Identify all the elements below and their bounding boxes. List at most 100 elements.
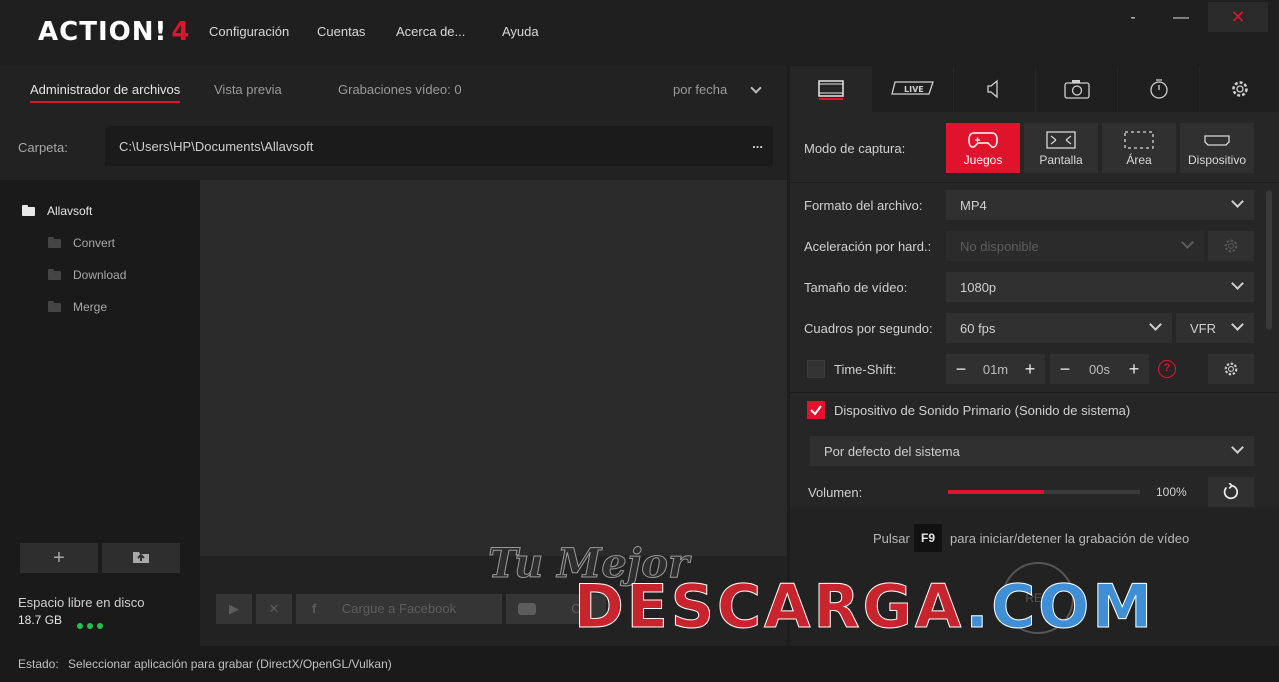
- folder-icon: [22, 205, 35, 217]
- area-select-icon: [1124, 131, 1154, 149]
- format-select[interactable]: MP4: [946, 190, 1254, 220]
- tab-screenshot[interactable]: [1036, 66, 1117, 112]
- chevron-down-icon[interactable]: [750, 82, 762, 94]
- tree-item-convert[interactable]: Convert: [48, 236, 115, 250]
- settings-panel: LIVE Modo de captura: Juegos Pantalla Ár…: [790, 66, 1279, 646]
- menu-configuracion[interactable]: Configuración: [209, 24, 289, 39]
- mode-device-button[interactable]: Dispositivo: [1180, 123, 1254, 173]
- menu-acerca-de[interactable]: Acerca de...: [396, 24, 465, 39]
- scrollbar[interactable]: [1266, 190, 1272, 330]
- facebook-icon: f: [312, 601, 317, 616]
- disk-space-value: 18.7 GB: [18, 613, 63, 627]
- delete-button[interactable]: ✕: [256, 594, 292, 624]
- menu-ayuda[interactable]: Ayuda: [502, 24, 539, 39]
- app-logo: ACTION! 4: [38, 17, 191, 47]
- folder-path-field[interactable]: C:\Users\HP\Documents\Allavsoft ...: [105, 126, 773, 166]
- tab-file-manager[interactable]: Administrador de archivos: [30, 82, 181, 103]
- folder-icon: [48, 237, 61, 249]
- hotkey-pre: Pulsar: [873, 531, 910, 546]
- check-icon: [810, 405, 822, 416]
- seconds-value: 00s: [1089, 362, 1110, 377]
- minus-button[interactable]: −: [946, 354, 976, 384]
- minus-button[interactable]: −: [1050, 354, 1080, 384]
- primary-sound-checkbox[interactable]: [807, 401, 825, 419]
- fps-mode-select[interactable]: VFR: [1176, 313, 1254, 343]
- upload-facebook-button[interactable]: f Cargue a Facebook: [296, 594, 502, 624]
- gear-icon: [1224, 362, 1238, 376]
- camera-icon: [1063, 80, 1090, 99]
- video-preview-area: [200, 180, 787, 556]
- status-text: Seleccionar aplicación para grabar (Dire…: [68, 657, 392, 671]
- fps-label: Cuadros por segundo:: [804, 321, 933, 336]
- help-icon[interactable]: ?: [1158, 360, 1176, 378]
- play-button[interactable]: ▶: [216, 594, 252, 624]
- hw-accel-settings-button[interactable]: [1208, 231, 1254, 261]
- svg-text:LIVE: LIVE: [904, 85, 924, 94]
- timeshift-seconds-stepper[interactable]: − 00s +: [1050, 354, 1149, 384]
- chevron-down-icon: [1231, 195, 1244, 208]
- plus-button[interactable]: +: [1015, 354, 1045, 384]
- mode-games-button[interactable]: Juegos: [946, 123, 1020, 173]
- tree-item-root[interactable]: Allavsoft: [22, 204, 92, 218]
- add-folder-button[interactable]: +: [20, 543, 98, 573]
- tree-item-merge[interactable]: Merge: [48, 300, 107, 314]
- video-size-select[interactable]: 1080p: [946, 272, 1254, 302]
- hotkey-key: F9: [914, 524, 942, 552]
- timeshift-label: Time-Shift:: [834, 362, 897, 377]
- fullscreen-icon: [1046, 131, 1076, 149]
- mode-area-button[interactable]: Área: [1102, 123, 1176, 173]
- close-button[interactable]: ✕: [1208, 2, 1268, 32]
- timeshift-checkbox[interactable]: [807, 360, 825, 378]
- minimize-button[interactable]: -: [1122, 4, 1144, 32]
- film-icon: [817, 80, 844, 100]
- folder-upload-icon: [133, 552, 149, 563]
- gear-icon: [1231, 81, 1248, 97]
- format-label: Formato del archivo:: [804, 198, 923, 213]
- maximize-button[interactable]: —: [1170, 4, 1192, 32]
- tree-item-download[interactable]: Download: [48, 268, 126, 282]
- chevron-down-icon: [1231, 318, 1244, 331]
- tab-settings[interactable]: [1200, 66, 1279, 112]
- chevron-down-icon: [1231, 277, 1244, 290]
- tab-preview[interactable]: Vista previa: [214, 82, 282, 97]
- folder-icon: [48, 301, 61, 313]
- volume-slider[interactable]: [948, 490, 1140, 494]
- chevron-down-icon: [1149, 318, 1162, 331]
- tab-timer[interactable]: [1118, 66, 1199, 112]
- fps-select[interactable]: 60 fps: [946, 313, 1172, 343]
- disk-status-dots: [77, 617, 103, 632]
- export-folder-button[interactable]: [102, 543, 180, 573]
- disk-space-label: Espacio libre en disco: [18, 595, 145, 610]
- mode-screen-button[interactable]: Pantalla: [1024, 123, 1098, 173]
- sort-dropdown[interactable]: por fecha: [673, 82, 727, 97]
- reset-volume-button[interactable]: [1208, 477, 1254, 507]
- chevron-down-icon: [1231, 441, 1244, 454]
- folder-tree: Allavsoft Convert Download Merge: [0, 180, 200, 646]
- capture-mode-label: Modo de captura:: [804, 141, 906, 156]
- hw-accel-select[interactable]: No disponible: [946, 231, 1204, 261]
- volume-label: Volumen:: [808, 485, 863, 500]
- browse-folder-button[interactable]: ...: [752, 136, 763, 151]
- folder-label: Carpeta:: [18, 140, 68, 155]
- recordings-count: Grabaciones vídeo: 0: [338, 82, 462, 97]
- timeshift-minutes-stepper[interactable]: − 01m +: [946, 354, 1045, 384]
- tab-live[interactable]: LIVE: [872, 66, 953, 112]
- plus-button[interactable]: +: [1119, 354, 1149, 384]
- volume-slider-fill: [948, 490, 1044, 494]
- status-label: Estado:: [18, 657, 59, 671]
- sound-device-select[interactable]: Por defecto del sistema: [810, 436, 1254, 466]
- tab-video[interactable]: [790, 66, 871, 112]
- speaker-icon: [986, 79, 998, 99]
- tab-audio[interactable]: [954, 66, 1035, 112]
- menu-cuentas[interactable]: Cuentas: [317, 24, 365, 39]
- video-size-label: Tamaño de vídeo:: [804, 280, 908, 295]
- timeshift-settings-button[interactable]: [1208, 354, 1254, 384]
- title-bar: ACTION! 4 Configuración Cuentas Acerca de…: [0, 0, 1279, 66]
- chevron-down-icon: [1181, 236, 1194, 249]
- divider: [790, 392, 1279, 393]
- live-icon: LIVE: [890, 81, 934, 95]
- stopwatch-icon: [1149, 79, 1168, 99]
- gear-icon: [1224, 239, 1238, 253]
- hdmi-device-icon: [1204, 135, 1230, 146]
- hotkey-post: para iniciar/detener la grabación de víd…: [950, 531, 1190, 546]
